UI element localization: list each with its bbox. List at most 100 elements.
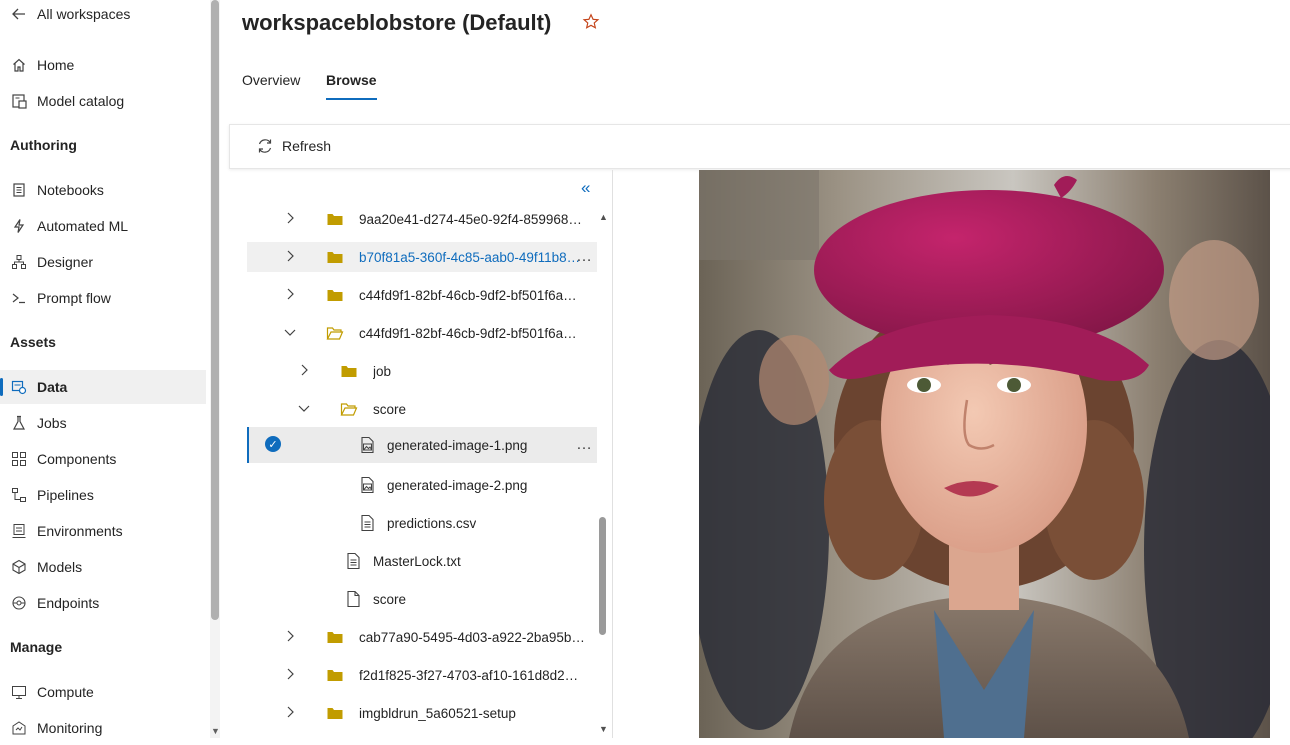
nav-label: Environments <box>37 523 123 539</box>
tree-item-label: imgbldrun_5a60521-setup <box>359 706 516 721</box>
tree-folder-row[interactable]: imgbldrun_5a60521-setup <box>247 698 597 728</box>
section-authoring: Authoring <box>10 137 77 153</box>
chevron-right-icon[interactable] <box>283 705 297 719</box>
tree-folder-row[interactable]: cab77a90-5495-4d03-a922-2ba95b… <box>247 622 597 652</box>
chevron-down-icon[interactable] <box>297 401 311 415</box>
tree-folder-row[interactable]: f2d1f825-3f27-4703-af10-161d8d2… <box>247 660 597 690</box>
chevron-right-icon[interactable] <box>283 667 297 681</box>
folder-icon <box>326 210 344 228</box>
nav-label: Pipelines <box>37 487 94 503</box>
refresh-button[interactable]: Refresh <box>256 137 331 155</box>
tree-item-label: predictions.csv <box>387 516 477 531</box>
jobs-icon <box>10 414 28 432</box>
tree-item-label: cab77a90-5495-4d03-a922-2ba95b… <box>359 630 585 645</box>
all-workspaces-label: All workspaces <box>37 6 131 22</box>
tree-item-label: score <box>373 402 407 417</box>
designer-icon <box>10 253 28 271</box>
tree-item-label: 9aa20e41-d274-45e0-92f4-859968… <box>359 212 582 227</box>
section-assets: Assets <box>10 334 56 350</box>
chevron-right-icon[interactable] <box>297 363 311 377</box>
nav-item-monitoring[interactable]: Monitoring <box>0 711 206 745</box>
all-workspaces-link[interactable]: All workspaces <box>0 0 206 31</box>
tree-item-label: generated-image-2.png <box>387 478 528 493</box>
tab-browse[interactable]: Browse <box>326 72 377 100</box>
nav-item-notebooks[interactable]: Notebooks <box>0 173 206 207</box>
tree-file-row[interactable]: score <box>247 584 597 614</box>
nav-item-models[interactable]: Models <box>0 550 206 584</box>
nav-item-home[interactable]: Home <box>0 48 206 82</box>
data-icon <box>10 378 28 396</box>
portrait-image <box>699 170 1270 738</box>
more-options-icon[interactable]: … <box>576 248 593 266</box>
tree-folder-row[interactable]: c44fd9f1-82bf-46cb-9df2-bf501f6a… <box>247 280 597 310</box>
nav-item-designer[interactable]: Designer <box>0 245 206 279</box>
folder-open-icon <box>326 324 344 342</box>
section-manage: Manage <box>10 639 63 655</box>
tree-folder-row[interactable]: c44fd9f1-82bf-46cb-9df2-bf501f6a… <box>247 318 597 348</box>
folder-icon <box>326 704 344 722</box>
folder-icon <box>326 628 344 646</box>
page-title: workspaceblobstore (Default) <box>242 10 552 35</box>
star-icon[interactable] <box>582 13 602 33</box>
nav-label: Data <box>37 379 68 395</box>
selected-check-icon[interactable]: ✓ <box>265 436 281 452</box>
components-icon <box>10 450 28 468</box>
tree-scrollbar[interactable]: ▲ ▼ <box>597 212 609 734</box>
more-options-icon[interactable]: … <box>576 436 593 454</box>
tree-folder-row[interactable]: 9aa20e41-d274-45e0-92f4-859968… <box>247 204 597 234</box>
catalog-icon <box>10 92 28 110</box>
nav-label: Components <box>37 451 117 467</box>
nav-item-model-catalog[interactable]: Model catalog <box>0 84 206 118</box>
folder-icon <box>340 362 358 380</box>
file-tree-pane: « 9aa20e41-d274-45e0-92f4-859968… b70f81a… <box>221 170 613 738</box>
folder-icon <box>326 666 344 684</box>
tree-item-label: c44fd9f1-82bf-46cb-9df2-bf501f6a… <box>359 288 577 303</box>
collapse-pane-icon[interactable]: « <box>581 178 590 198</box>
nav-label: Home <box>37 57 75 73</box>
image-file-icon <box>358 436 376 454</box>
nav-item-endpoints[interactable]: Endpoints <box>0 586 206 620</box>
nav-item-prompt-flow[interactable]: Prompt flow <box>0 281 206 315</box>
tree-file-row[interactable]: predictions.csv <box>247 508 597 538</box>
back-arrow-icon <box>10 5 28 23</box>
nav-label: Endpoints <box>37 595 100 611</box>
tree-folder-row[interactable]: b70f81a5-360f-4c85-aab0-49f11b8…… <box>247 242 597 272</box>
chevron-right-icon[interactable] <box>283 211 297 225</box>
nav-item-pipelines[interactable]: Pipelines <box>0 478 206 512</box>
nav-scrollbar[interactable]: ▼ <box>210 0 220 738</box>
tree-folder-row[interactable]: score <box>247 394 597 424</box>
scroll-up-icon[interactable]: ▲ <box>599 212 608 222</box>
tree-file-row[interactable]: MasterLock.txt <box>247 546 597 576</box>
nav-scrollbar-thumb[interactable] <box>211 0 219 620</box>
prompt-flow-icon <box>10 289 28 307</box>
nav-item-data[interactable]: Data <box>0 370 206 404</box>
tree-scrollbar-thumb[interactable] <box>599 517 606 635</box>
nav-label: Automated ML <box>37 218 129 234</box>
home-icon <box>10 56 28 74</box>
chevron-down-icon[interactable] <box>283 325 297 339</box>
chevron-right-icon[interactable] <box>283 249 297 263</box>
tree-folder-row[interactable]: job <box>247 356 597 386</box>
nav-label: Jobs <box>37 415 67 431</box>
tree-file-row[interactable]: generated-image-2.png <box>247 470 597 500</box>
folder-open-icon <box>340 400 358 418</box>
models-icon <box>10 558 28 576</box>
nav-item-compute[interactable]: Compute <box>0 675 206 709</box>
refresh-label: Refresh <box>282 138 332 154</box>
automl-icon <box>10 217 28 235</box>
nav-item-automated-ml[interactable]: Automated ML <box>0 209 206 243</box>
scroll-down-icon[interactable]: ▼ <box>599 724 608 734</box>
chevron-right-icon[interactable] <box>283 629 297 643</box>
chevron-right-icon[interactable] <box>283 287 297 301</box>
nav-item-jobs[interactable]: Jobs <box>0 406 206 440</box>
folder-icon <box>326 248 344 266</box>
tab-overview[interactable]: Overview <box>242 72 300 98</box>
nav-item-environments[interactable]: Environments <box>0 514 206 548</box>
tree-item-label: MasterLock.txt <box>373 554 461 569</box>
nav-label: Model catalog <box>37 93 125 109</box>
refresh-icon <box>258 139 272 153</box>
scroll-down-icon[interactable]: ▼ <box>211 726 220 736</box>
monitoring-icon <box>10 719 28 737</box>
nav-item-components[interactable]: Components <box>0 442 206 476</box>
tree-file-row[interactable]: generated-image-1.png … ✓ <box>247 427 597 463</box>
